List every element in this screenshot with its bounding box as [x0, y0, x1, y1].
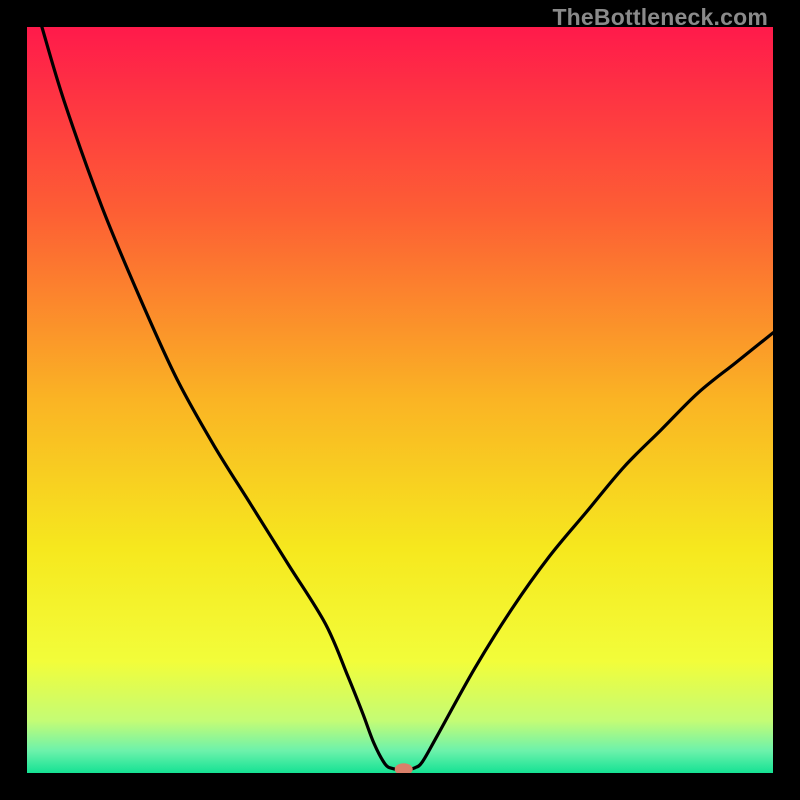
chart-frame: TheBottleneck.com — [0, 0, 800, 800]
chart-plot — [27, 27, 773, 773]
watermark-text: TheBottleneck.com — [552, 4, 768, 31]
plot-background — [27, 27, 773, 773]
